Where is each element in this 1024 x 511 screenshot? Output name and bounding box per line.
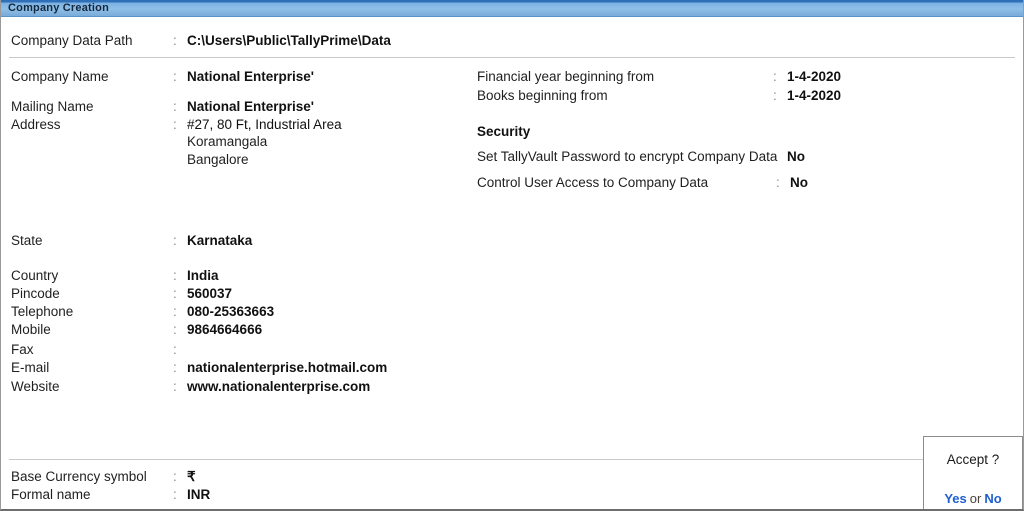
pincode-label: Pincode bbox=[11, 286, 60, 301]
telephone-value[interactable]: 080-25363663 bbox=[187, 304, 274, 319]
mailing-name-colon: : bbox=[173, 99, 177, 114]
formal-name-value[interactable]: INR bbox=[187, 487, 210, 502]
accept-no-button[interactable]: No bbox=[984, 491, 1001, 506]
financial-year-beginning-from-value[interactable]: 1-4-2020 bbox=[787, 69, 841, 84]
state-label: State bbox=[11, 233, 43, 248]
company-name-colon: : bbox=[173, 69, 177, 84]
divider-top bbox=[9, 57, 1015, 58]
base-currency-symbol-value[interactable]: ₹ bbox=[187, 469, 196, 485]
control-user-access-value[interactable]: No bbox=[790, 175, 808, 190]
pincode-value[interactable]: 560037 bbox=[187, 286, 232, 301]
books-beginning-from-colon: : bbox=[773, 88, 777, 103]
window-title: Company Creation bbox=[8, 2, 109, 14]
country-value[interactable]: India bbox=[187, 268, 219, 283]
website-label: Website bbox=[11, 379, 60, 394]
books-beginning-from-value[interactable]: 1-4-2020 bbox=[787, 88, 841, 103]
control-user-access-label: Control User Access to Company Data bbox=[477, 175, 709, 190]
security-section-heading: Security bbox=[477, 124, 531, 139]
company-name-label: Company Name bbox=[11, 69, 109, 84]
formal-name-colon: : bbox=[173, 487, 177, 502]
website-colon: : bbox=[173, 379, 177, 394]
financial-year-beginning-from-colon: : bbox=[773, 69, 777, 84]
address-label: Address bbox=[11, 117, 61, 132]
telephone-label: Telephone bbox=[11, 304, 74, 319]
accept-or-label: or bbox=[969, 491, 982, 506]
company-data-path-label: Company Data Path bbox=[11, 33, 133, 48]
accept-dialog-actions: Yes or No bbox=[924, 491, 1022, 506]
financial-year-beginning-from-label: Financial year beginning from bbox=[477, 69, 655, 84]
accept-yes-button[interactable]: Yes bbox=[944, 491, 966, 506]
accept-dialog-title: Accept ? bbox=[946, 452, 1000, 467]
mobile-colon: : bbox=[173, 322, 177, 337]
control-user-access-colon: : bbox=[776, 175, 780, 190]
mailing-name-value[interactable]: National Enterprise' bbox=[187, 99, 314, 114]
mobile-value[interactable]: 9864664666 bbox=[187, 322, 262, 337]
state-value[interactable]: Karnataka bbox=[187, 233, 252, 248]
country-colon: : bbox=[173, 268, 177, 283]
email-label: E-mail bbox=[11, 360, 50, 375]
window-title-bar: Company Creation bbox=[1, 0, 1023, 17]
books-beginning-from-label: Books beginning from bbox=[477, 88, 608, 103]
mobile-label: Mobile bbox=[11, 322, 51, 337]
company-creation-screen: Company Creation Company Data Path : C:\… bbox=[0, 0, 1024, 511]
email-value[interactable]: nationalenterprise.hotmail.com bbox=[187, 360, 387, 375]
fax-colon: : bbox=[173, 342, 177, 357]
address-colon: : bbox=[173, 117, 177, 132]
accept-dialog[interactable]: Accept ? Yes or No bbox=[923, 436, 1023, 509]
address-value[interactable]: #27, 80 Ft, Industrial Area bbox=[187, 117, 342, 132]
company-name-value[interactable]: National Enterprise' bbox=[187, 69, 314, 84]
address-line-3: Bangalore bbox=[187, 152, 249, 167]
set-tallyvault-password-value[interactable]: No bbox=[787, 149, 805, 164]
fax-label: Fax bbox=[11, 342, 34, 357]
country-label: Country bbox=[11, 268, 59, 283]
website-value[interactable]: www.nationalenterprise.com bbox=[187, 379, 370, 394]
telephone-colon: : bbox=[173, 304, 177, 319]
formal-name-label: Formal name bbox=[11, 487, 91, 502]
base-currency-symbol-label: Base Currency symbol bbox=[11, 469, 147, 484]
company-data-path-value[interactable]: C:\Users\Public\TallyPrime\Data bbox=[187, 33, 391, 48]
state-colon: : bbox=[173, 233, 177, 248]
divider-bottom bbox=[9, 459, 1015, 460]
email-colon: : bbox=[173, 360, 177, 375]
pincode-colon: : bbox=[173, 286, 177, 301]
set-tallyvault-password-label: Set TallyVault Password to encrypt Compa… bbox=[477, 149, 778, 164]
base-currency-symbol-colon: : bbox=[173, 469, 177, 484]
company-data-path-colon: : bbox=[173, 33, 177, 48]
set-tallyvault-password-colon: : bbox=[772, 149, 776, 164]
mailing-name-label: Mailing Name bbox=[11, 99, 94, 114]
address-line-2: Koramangala bbox=[187, 134, 268, 149]
